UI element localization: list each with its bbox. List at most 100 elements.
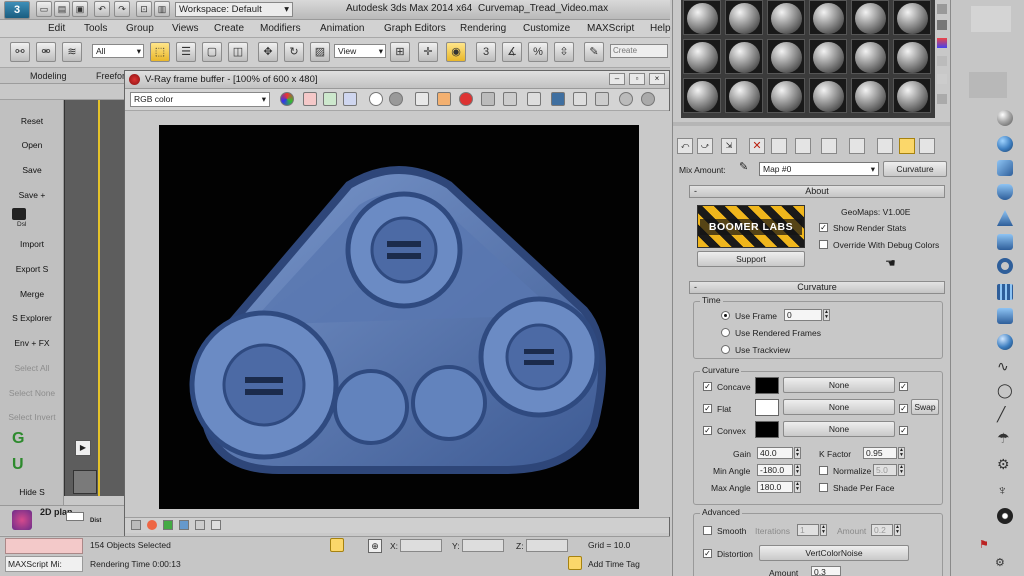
concave-color-swatch[interactable] (755, 377, 779, 394)
sample-type-icon[interactable] (937, 4, 947, 14)
iterations-spinner[interactable]: ▲ ▼ (820, 524, 827, 536)
max-angle-field[interactable]: 180.0 (757, 481, 793, 493)
render-canvas[interactable] (159, 125, 639, 509)
save-button[interactable]: Save (0, 165, 64, 175)
red-channel-icon[interactable] (303, 92, 317, 106)
sample-slot[interactable] (767, 39, 805, 74)
reset-map-icon[interactable]: ✕ (749, 138, 765, 154)
motion-icon[interactable]: ♆ (997, 482, 1008, 498)
channel-dropdown[interactable]: RGB color ▾ (130, 92, 270, 107)
override-debug-checkbox[interactable] (819, 240, 828, 249)
menu-rendering[interactable]: Rendering (460, 23, 506, 34)
select-manipulate-icon[interactable]: ✛ (418, 42, 438, 62)
curvature-rollout-header[interactable]: - Curvature (689, 281, 945, 294)
sample-slot[interactable] (725, 0, 763, 35)
levels-icon[interactable] (179, 520, 189, 530)
save-file-icon[interactable]: ▣ (72, 1, 88, 17)
library-icon[interactable] (821, 138, 837, 154)
menu-graph-editors[interactable]: Graph Editors (384, 23, 446, 34)
min-angle-spinner[interactable]: ▲ ▼ (794, 464, 801, 476)
put-to-scene-icon[interactable]: ⤻ (697, 138, 713, 154)
pivot-center-icon[interactable]: ⊞ (390, 42, 410, 62)
gain-spinner[interactable]: ▲ ▼ (794, 447, 801, 459)
close-icon[interactable]: × (649, 73, 665, 85)
maxscript-mini-listener[interactable]: MAXScript Mi: (5, 556, 83, 572)
unlink-icon[interactable]: ⚮ (36, 42, 56, 62)
clear-image-icon[interactable] (459, 92, 473, 106)
kfactor-spinner[interactable]: ▲ ▼ (898, 447, 905, 459)
curve-icon[interactable] (163, 520, 173, 530)
cylinder-icon[interactable] (997, 184, 1013, 200)
sample-slot[interactable] (851, 78, 889, 113)
y-coord-field[interactable] (462, 539, 504, 552)
save-image-icon[interactable] (415, 92, 429, 106)
options-icon[interactable] (937, 94, 947, 104)
use-rendered-frames-radio[interactable] (721, 328, 730, 337)
distortion-checkbox[interactable]: ✓ (703, 549, 712, 558)
sample-slot[interactable] (893, 0, 931, 35)
rectangular-selection-icon[interactable]: ▢ (202, 42, 222, 62)
spinner-snap-icon[interactable]: ⇳ (554, 42, 574, 62)
settings-icon[interactable]: ⚙ (995, 556, 1005, 569)
go-to-parent-icon[interactable] (919, 138, 935, 154)
map-name-field[interactable]: Map #0 ▾ (759, 162, 879, 176)
select-none-button[interactable]: Select None (0, 388, 64, 398)
merge-button[interactable]: Merge (0, 289, 64, 299)
helix-icon[interactable]: ∿ (997, 358, 1009, 375)
command-tabs[interactable] (971, 6, 1011, 32)
mono-icon[interactable] (389, 92, 403, 106)
tube-icon[interactable] (997, 234, 1013, 250)
plane-icon[interactable] (997, 284, 1013, 300)
maxscript-listener-pink[interactable] (5, 538, 83, 554)
eyedropper-icon[interactable]: ✎ (739, 160, 748, 173)
rectangle-icon[interactable] (66, 512, 84, 521)
open-button[interactable]: Open (0, 140, 64, 150)
open-file-icon[interactable]: ▤ (54, 1, 70, 17)
backlight-icon[interactable] (937, 20, 947, 30)
undo-icon[interactable]: ↶ (94, 1, 110, 17)
max-angle-spinner[interactable]: ▲ ▼ (794, 481, 801, 493)
render-icon[interactable] (641, 92, 655, 106)
display-icon[interactable] (997, 508, 1013, 524)
select-all-button[interactable]: Select All (0, 363, 64, 373)
paint-icon[interactable] (12, 510, 32, 530)
sample-slot[interactable] (725, 78, 763, 113)
sample-slot[interactable] (893, 39, 931, 74)
rotate-icon[interactable]: ↻ (284, 42, 304, 62)
minimize-icon[interactable]: – (609, 73, 625, 85)
kfactor-field[interactable]: 0.95 (863, 447, 897, 459)
flat-color-swatch[interactable] (755, 399, 779, 416)
show-end-result-icon[interactable] (899, 138, 915, 154)
snaps-toggle-icon[interactable]: 3 (476, 42, 496, 62)
flat-checkbox[interactable]: ✓ (703, 404, 712, 413)
sample-slot[interactable] (809, 0, 847, 35)
alpha-channel-icon[interactable] (369, 92, 383, 106)
import-button[interactable]: Import (0, 239, 64, 249)
video-check-icon[interactable] (937, 74, 947, 84)
env-fx-button[interactable]: Env + FX (0, 338, 64, 348)
material-id-icon[interactable] (849, 138, 865, 154)
concave-checkbox[interactable]: ✓ (703, 382, 712, 391)
uv-tiling-icon[interactable] (937, 56, 947, 66)
time-tag-icon[interactable] (568, 556, 582, 570)
convex-color-swatch[interactable] (755, 421, 779, 438)
link-to-render-icon[interactable] (551, 92, 565, 106)
window-crossing-icon[interactable]: ◫ (228, 42, 248, 62)
box-primitive-icon[interactable] (997, 160, 1013, 176)
sample-slot[interactable] (683, 78, 721, 113)
menu-tools[interactable]: Tools (84, 23, 107, 34)
named-selection-field[interactable]: Create Selection Se (610, 44, 668, 58)
torus-icon[interactable] (997, 258, 1013, 274)
new-file-icon[interactable]: ▭ (36, 1, 52, 17)
pyramid-icon[interactable] (997, 308, 1013, 324)
move-icon[interactable]: ✥ (258, 42, 278, 62)
frame-field[interactable]: 0 (784, 309, 822, 321)
normalize-spinner[interactable]: ▲ ▼ (898, 464, 905, 476)
frame-spinner[interactable]: ▲ ▼ (823, 309, 830, 321)
geosphere-icon[interactable] (997, 136, 1013, 152)
reference-coord-dropdown[interactable]: View ▾ (334, 44, 386, 58)
map-type-button[interactable]: Curvature (883, 161, 947, 177)
play-icon[interactable]: ▶ (75, 440, 91, 456)
amount-field[interactable]: 0.2 (871, 524, 893, 536)
use-trackview-radio[interactable] (721, 345, 730, 354)
